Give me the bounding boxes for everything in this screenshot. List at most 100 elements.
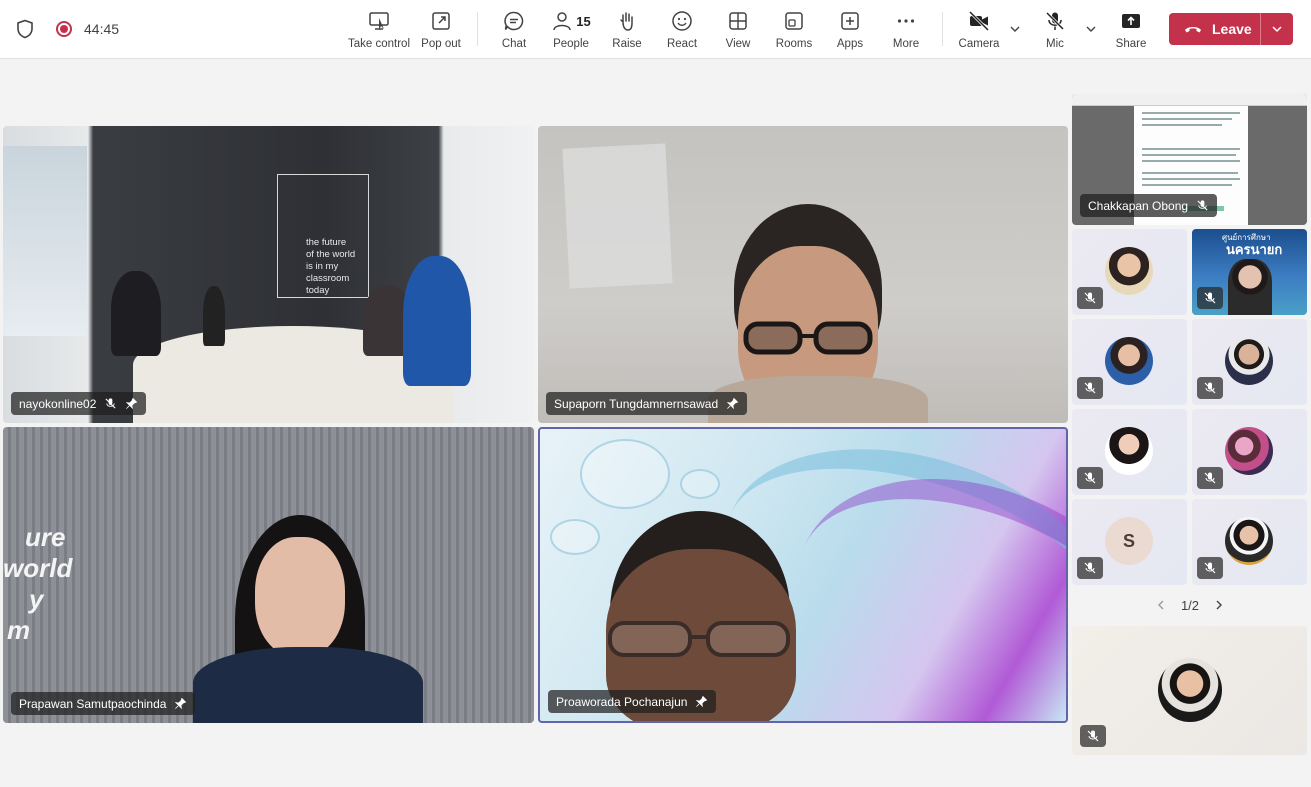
document-line xyxy=(1142,112,1240,114)
take-control-label: Take control xyxy=(348,38,411,50)
leave-options-button[interactable] xyxy=(1261,22,1293,36)
share-screen-icon xyxy=(1122,14,1140,28)
chat-button[interactable]: Chat xyxy=(498,10,530,52)
mic-off-icon xyxy=(1204,562,1216,574)
mic-off-icon xyxy=(1204,382,1216,394)
toolbar-divider xyxy=(942,12,943,46)
toolbar-divider xyxy=(477,12,478,46)
participant-face xyxy=(255,537,345,657)
share-label: Share xyxy=(1115,38,1147,50)
mute-badge xyxy=(1197,557,1223,579)
self-view-tile[interactable] xyxy=(1072,626,1307,755)
leave-button[interactable]: Leave xyxy=(1169,13,1261,45)
recording-icon xyxy=(56,21,72,37)
video-tile[interactable]: Supaporn Tungdamnernsawad xyxy=(538,126,1068,423)
people-count: 15 xyxy=(576,13,591,29)
avatar xyxy=(1105,247,1153,295)
pop-out-button[interactable]: Pop out xyxy=(421,10,461,52)
take-control-button[interactable]: Take control xyxy=(348,10,411,52)
participant-thumbnail[interactable]: S xyxy=(1072,499,1187,585)
take-control-icon xyxy=(369,12,389,30)
mute-badge xyxy=(1197,377,1223,399)
chevron-down-icon xyxy=(1272,26,1282,33)
participant-thumbnail[interactable]: ศูนย์การศึกษา นครนายก xyxy=(1192,229,1307,315)
document-line xyxy=(1142,118,1232,120)
react-button[interactable]: React xyxy=(667,10,697,52)
participant-figure xyxy=(403,256,471,386)
mic-off-icon xyxy=(1204,472,1216,484)
share-button[interactable]: Share xyxy=(1116,10,1146,52)
raise-hand-button[interactable]: Raise xyxy=(612,10,642,52)
more-button[interactable]: More xyxy=(891,10,921,52)
rooms-label: Rooms xyxy=(775,38,813,50)
mic-off-icon xyxy=(105,398,116,409)
participant-thumbnail[interactable] xyxy=(1072,409,1187,495)
chat-icon xyxy=(504,11,524,31)
mute-badge xyxy=(1197,467,1223,489)
participant-thumbnail[interactable] xyxy=(1072,229,1187,315)
people-button[interactable]: 15 People xyxy=(551,10,591,52)
pin-icon[interactable] xyxy=(174,697,187,710)
shared-window-titlebar xyxy=(1072,94,1307,106)
participant-name-tag: Chakkapan Obong xyxy=(1080,194,1218,217)
wall-sign-line: classroom xyxy=(306,273,350,284)
mic-off-icon xyxy=(1084,472,1096,484)
wall-text-line: m xyxy=(7,615,31,645)
participant-thumbnail[interactable] xyxy=(1192,409,1307,495)
chevron-left-icon[interactable] xyxy=(1155,599,1167,611)
camera-label: Camera xyxy=(958,38,1000,50)
mic-off-icon xyxy=(1084,292,1096,304)
camera-off-icon xyxy=(968,10,990,32)
camera-options-chevron-icon[interactable] xyxy=(1008,22,1022,36)
pop-out-icon xyxy=(432,12,450,30)
participant-name: Chakkapan Obong xyxy=(1088,198,1189,213)
participant-name-tag: Prapawan Samutpaochinda xyxy=(11,692,196,715)
meeting-toolbar: 44:45 Take control Pop out Chat 15 Peopl… xyxy=(0,0,1311,59)
participant-name-tag: nayokonline02 xyxy=(11,392,147,415)
rooms-button[interactable]: Rooms xyxy=(776,10,812,52)
video-tile[interactable]: the future of the world is in my classro… xyxy=(3,126,534,423)
mic-off-icon xyxy=(1204,292,1216,304)
glasses-shape xyxy=(743,321,873,355)
avatar xyxy=(1225,337,1273,385)
view-grid-icon xyxy=(729,12,747,30)
participant-thumbnail[interactable] xyxy=(1192,319,1307,405)
video-tile-active-speaker[interactable]: Proaworada Pochanajun xyxy=(538,427,1068,723)
document-line xyxy=(1142,184,1232,186)
background-bubble xyxy=(680,469,720,499)
phone-hangup-icon xyxy=(1185,27,1201,33)
apps-button[interactable]: Apps xyxy=(835,10,865,52)
document-line xyxy=(1142,160,1240,162)
avatar-initial: S xyxy=(1105,517,1153,565)
participant-thumbnail[interactable] xyxy=(1192,499,1307,585)
wall-sign: the future of the world is in my classro… xyxy=(277,174,369,298)
document-line xyxy=(1142,154,1236,156)
wall-text-line: y xyxy=(29,584,44,614)
wall-sign-line: the future xyxy=(306,237,347,248)
pin-icon[interactable] xyxy=(125,397,138,410)
mic-label: Mic xyxy=(1046,38,1064,50)
mic-options-chevron-icon[interactable] xyxy=(1084,22,1098,36)
wall-text-line: ure xyxy=(25,522,66,552)
view-button[interactable]: View xyxy=(724,10,752,52)
avatar xyxy=(1105,427,1153,475)
participant-thumbnail[interactable] xyxy=(1072,319,1187,405)
wall-paper xyxy=(562,143,673,289)
meeting-status: 44:45 xyxy=(16,18,119,40)
participant-body xyxy=(193,647,423,723)
avatar xyxy=(1225,517,1273,565)
video-tile[interactable]: ure world y m Prapawan Samutpaochinda xyxy=(3,427,534,723)
glasses-shape xyxy=(608,621,790,657)
pin-icon[interactable] xyxy=(726,397,739,410)
banner-text: นครนายก xyxy=(1226,242,1283,257)
mic-button[interactable]: Mic xyxy=(1040,10,1070,52)
avatar xyxy=(1225,427,1273,475)
participant-name: Prapawan Samutpaochinda xyxy=(19,696,167,711)
mute-badge xyxy=(1077,557,1103,579)
shield-icon[interactable] xyxy=(16,19,34,39)
react-label: React xyxy=(666,38,698,50)
camera-button[interactable]: Camera xyxy=(959,10,999,52)
chevron-right-icon[interactable] xyxy=(1213,599,1225,611)
presenter-tile[interactable]: Chakkapan Obong xyxy=(1072,94,1307,225)
pin-icon[interactable] xyxy=(695,695,708,708)
